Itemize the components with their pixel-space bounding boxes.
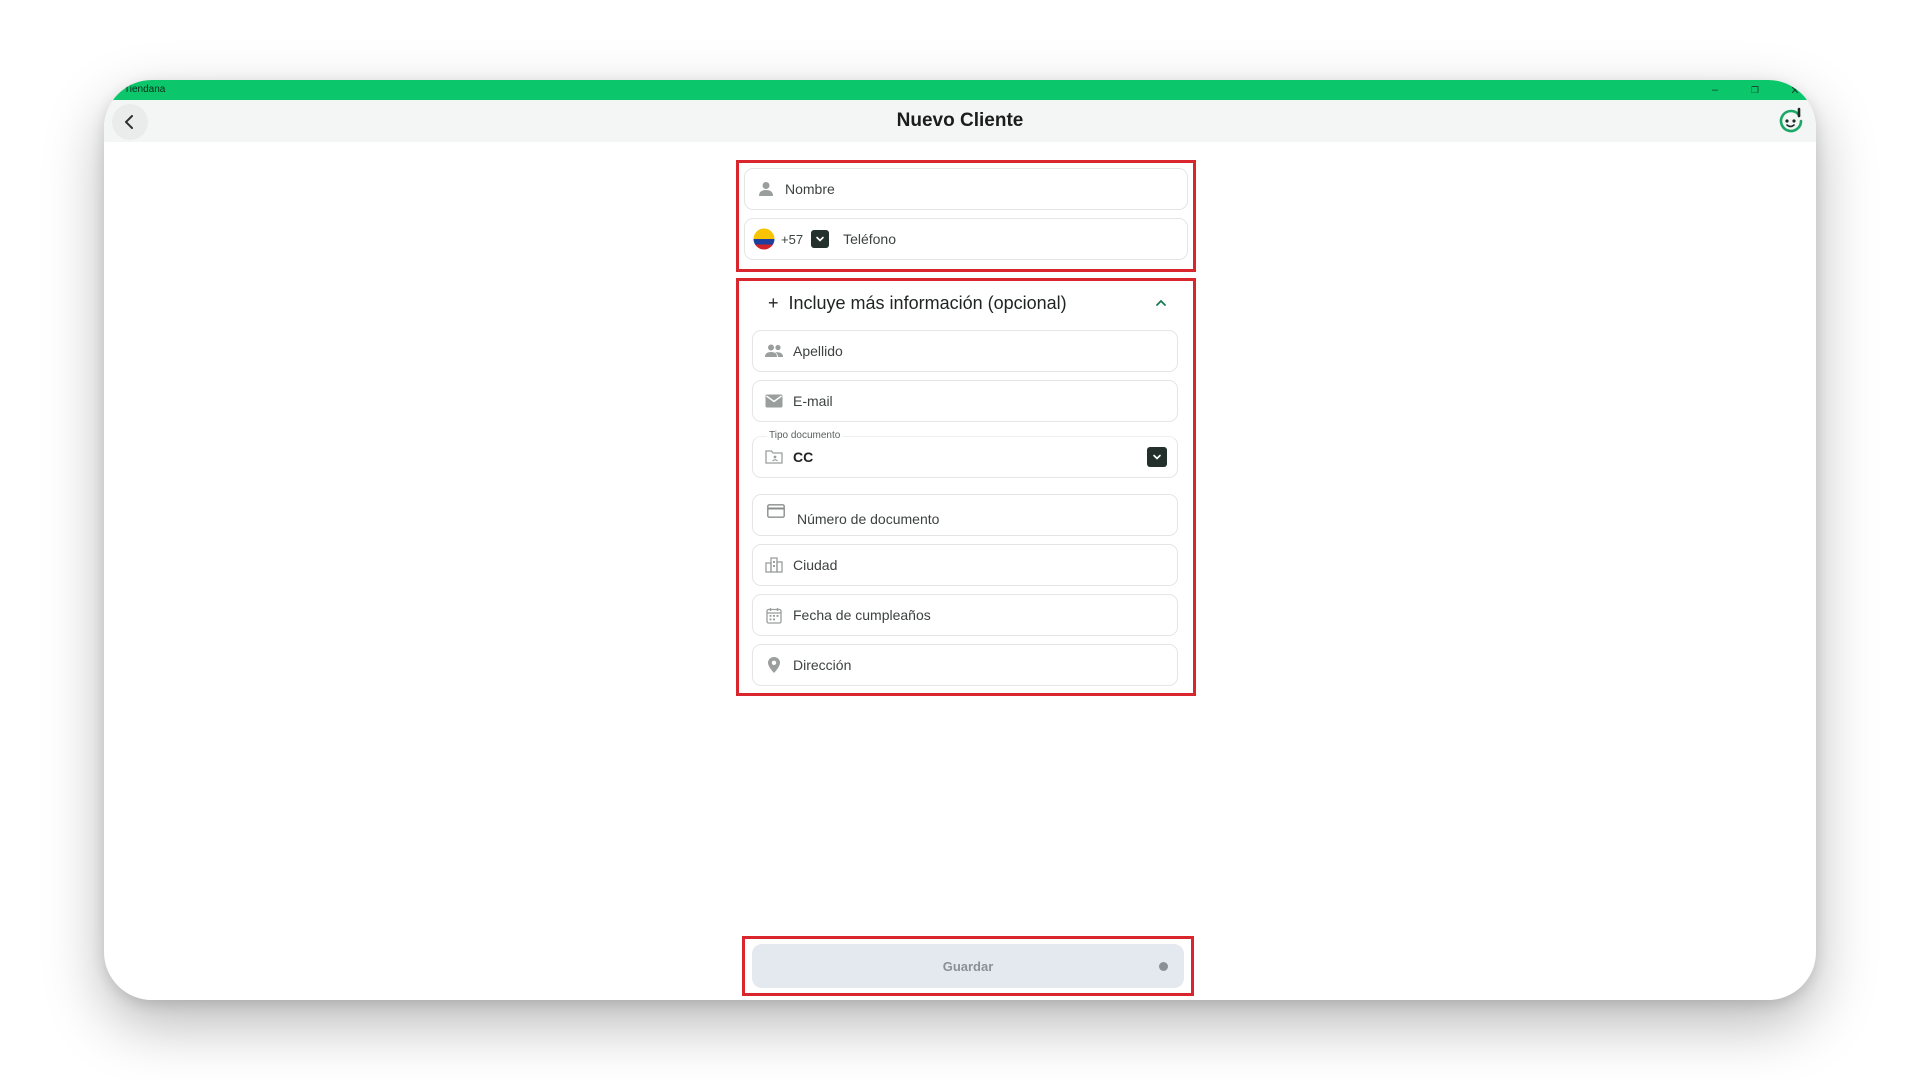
more-info-toggle[interactable]: + Incluye más información (opcional) — [768, 288, 1168, 318]
direccion-field[interactable] — [752, 644, 1178, 686]
apellido-field[interactable] — [752, 330, 1178, 372]
minimize-button[interactable]: – — [1704, 81, 1726, 99]
plus-icon: + — [768, 292, 779, 313]
apellido-input[interactable] — [793, 343, 1133, 359]
telefono-input[interactable] — [843, 231, 1109, 247]
avatar-button[interactable] — [1776, 106, 1806, 136]
city-icon — [763, 554, 785, 576]
numero-documento-input[interactable] — [797, 511, 1137, 527]
chevron-down-icon — [816, 236, 824, 242]
loading-dot — [1159, 962, 1168, 971]
direccion-input[interactable] — [793, 657, 1133, 673]
nombre-input[interactable] — [785, 181, 1139, 197]
maximize-button[interactable]: ❐ — [1744, 81, 1766, 99]
location-pin-icon — [763, 654, 785, 676]
nombre-field[interactable] — [744, 168, 1188, 210]
save-button[interactable]: Guardar — [752, 944, 1184, 988]
card-icon — [765, 500, 787, 522]
avatar-logo-icon — [1779, 107, 1803, 133]
telefono-field[interactable]: +57 — [744, 218, 1188, 260]
tipo-documento-dropdown[interactable] — [1147, 447, 1167, 467]
app-window: Tiendana – ❐ ✕ Nuevo Cliente Nombre +57 … — [104, 80, 1816, 1000]
colombia-flag-icon — [753, 228, 775, 250]
app-name: Tiendana — [124, 84, 166, 95]
page-title: Nuevo Cliente — [896, 110, 1024, 131]
people-icon — [763, 340, 785, 362]
fecha-field[interactable] — [752, 594, 1178, 636]
phone-code-dropdown[interactable] — [811, 230, 830, 248]
chevron-up-icon — [1156, 299, 1166, 306]
email-input[interactable] — [793, 393, 1133, 409]
ciudad-field[interactable] — [752, 544, 1178, 586]
numero-documento-field[interactable] — [752, 494, 1178, 536]
id-folder-icon — [763, 446, 785, 468]
more-info-label: Incluye más información (opcional) — [788, 292, 1067, 313]
fecha-input[interactable] — [793, 607, 1133, 623]
tipo-documento-label: Tipo documento — [767, 430, 843, 441]
mail-icon — [763, 390, 785, 412]
email-field[interactable] — [752, 380, 1178, 422]
close-button[interactable]: ✕ — [1784, 81, 1806, 99]
save-label: Guardar — [942, 958, 994, 974]
ciudad-input[interactable] — [793, 557, 1133, 573]
app-bar: Nuevo Cliente — [104, 100, 1816, 142]
calendar-icon — [763, 604, 785, 626]
title-bar: Tiendana – ❐ ✕ — [104, 80, 1816, 100]
person-icon — [755, 178, 777, 200]
tipo-documento-field[interactable]: Tipo documento CC — [752, 430, 1178, 478]
tipo-documento-value: CC — [793, 449, 814, 465]
chevron-down-icon — [1153, 454, 1161, 460]
phone-country-code[interactable]: +57 — [781, 232, 803, 247]
